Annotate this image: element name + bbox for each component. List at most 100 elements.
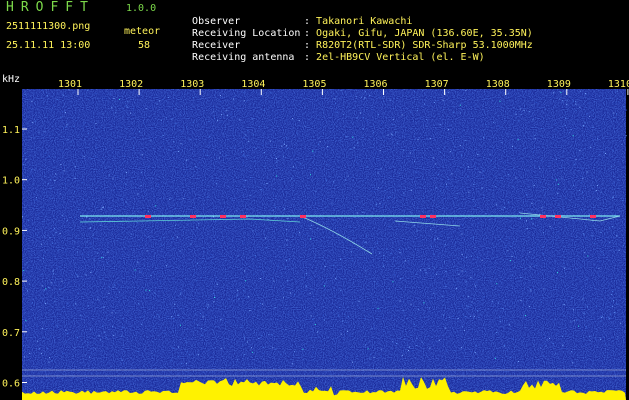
noise-speckle: [49, 237, 51, 239]
noise-speckle: [339, 268, 341, 270]
noise-speckle: [596, 305, 597, 307]
noise-speckle: [369, 357, 371, 359]
noise-speckle: [416, 230, 418, 232]
noise-speckle: [86, 216, 88, 218]
noise-speckle: [27, 329, 29, 331]
noise-speckle: [445, 327, 447, 329]
noise-speckle: [495, 217, 497, 219]
noise-speckle: [190, 190, 192, 192]
noise-speckle: [575, 110, 577, 112]
noise-speckle: [112, 177, 114, 179]
noise-speckle: [498, 293, 500, 295]
noise-speckle: [563, 262, 565, 264]
noise-speckle: [208, 144, 210, 146]
noise-speckle: [588, 102, 590, 104]
noise-speckle: [304, 125, 306, 127]
noise-speckle: [207, 349, 209, 351]
noise-speckle: [41, 273, 43, 275]
signal-hotspot: [240, 215, 246, 218]
noise-speckle: [107, 102, 109, 104]
noise-speckle: [586, 278, 588, 280]
noise-speckle: [384, 140, 386, 141]
noise-speckle: [28, 283, 30, 285]
noise-speckle: [584, 251, 586, 253]
noise-speckle: [214, 118, 215, 120]
noise-speckle: [520, 300, 522, 301]
noise-speckle: [220, 319, 222, 321]
noise-speckle: [245, 297, 247, 299]
noise-speckle: [346, 136, 348, 138]
noise-speckle: [323, 289, 325, 291]
noise-speckle: [573, 320, 575, 322]
noise-speckle: [456, 169, 458, 171]
noise-speckle: [85, 274, 87, 276]
noise-speckle: [48, 361, 50, 363]
noise-speckle: [144, 122, 145, 124]
signal-hotspot: [555, 215, 561, 218]
noise-speckle: [149, 290, 151, 292]
noise-speckle: [565, 348, 567, 349]
noise-speckle: [470, 255, 472, 257]
noise-speckle: [413, 225, 415, 227]
noise-speckle: [152, 168, 154, 170]
noise-speckle: [132, 136, 134, 138]
noise-speckle: [407, 92, 408, 94]
noise-speckle: [365, 270, 367, 272]
noise-speckle: [84, 258, 86, 260]
noise-speckle: [300, 163, 301, 165]
noise-speckle: [476, 281, 478, 283]
noise-speckle: [82, 253, 83, 255]
noise-speckle: [539, 166, 540, 168]
noise-speckle: [324, 218, 326, 220]
noise-speckle: [491, 213, 493, 215]
noise-speckle: [443, 261, 445, 263]
noise-speckle: [118, 291, 120, 293]
noise-speckle: [95, 156, 97, 158]
noise-speckle: [87, 89, 89, 91]
noise-speckle: [324, 265, 326, 267]
noise-speckle: [465, 90, 467, 91]
noise-speckle: [45, 206, 47, 208]
noise-speckle: [284, 208, 285, 210]
noise-speckle: [64, 284, 66, 285]
noise-speckle: [431, 245, 433, 247]
noise-speckle: [426, 125, 428, 127]
noise-speckle: [501, 127, 503, 129]
noise-speckle: [509, 260, 511, 262]
noise-speckle: [98, 335, 100, 337]
noise-speckle: [49, 178, 51, 180]
noise-speckle: [589, 340, 591, 342]
noise-speckle: [206, 314, 208, 316]
noise-speckle: [119, 98, 121, 100]
noise-speckle: [622, 245, 624, 246]
noise-speckle: [26, 296, 28, 298]
noise-speckle: [90, 272, 92, 273]
noise-speckle: [401, 354, 403, 356]
noise-speckle: [53, 104, 55, 106]
noise-speckle: [595, 338, 597, 340]
noise-speckle: [380, 167, 382, 169]
noise-speckle: [157, 221, 158, 223]
noise-speckle: [61, 214, 63, 216]
noise-speckle: [461, 154, 462, 156]
noise-speckle: [259, 266, 261, 268]
noise-speckle: [362, 211, 364, 213]
noise-speckle: [399, 338, 401, 339]
noise-speckle: [236, 359, 238, 361]
noise-speckle: [615, 101, 617, 103]
noise-speckle: [529, 91, 531, 93]
noise-speckle: [373, 131, 375, 133]
noise-speckle: [499, 318, 501, 320]
noise-speckle: [52, 254, 54, 256]
noise-speckle: [58, 249, 60, 251]
noise-speckle: [434, 102, 435, 103]
noise-speckle: [356, 96, 358, 98]
noise-speckle: [507, 250, 509, 252]
noise-speckle: [581, 209, 582, 211]
noise-speckle: [229, 363, 231, 365]
noise-speckle: [195, 280, 197, 282]
noise-speckle: [444, 184, 445, 186]
noise-speckle: [221, 114, 223, 116]
noise-speckle: [554, 139, 556, 141]
noise-speckle: [494, 357, 496, 359]
